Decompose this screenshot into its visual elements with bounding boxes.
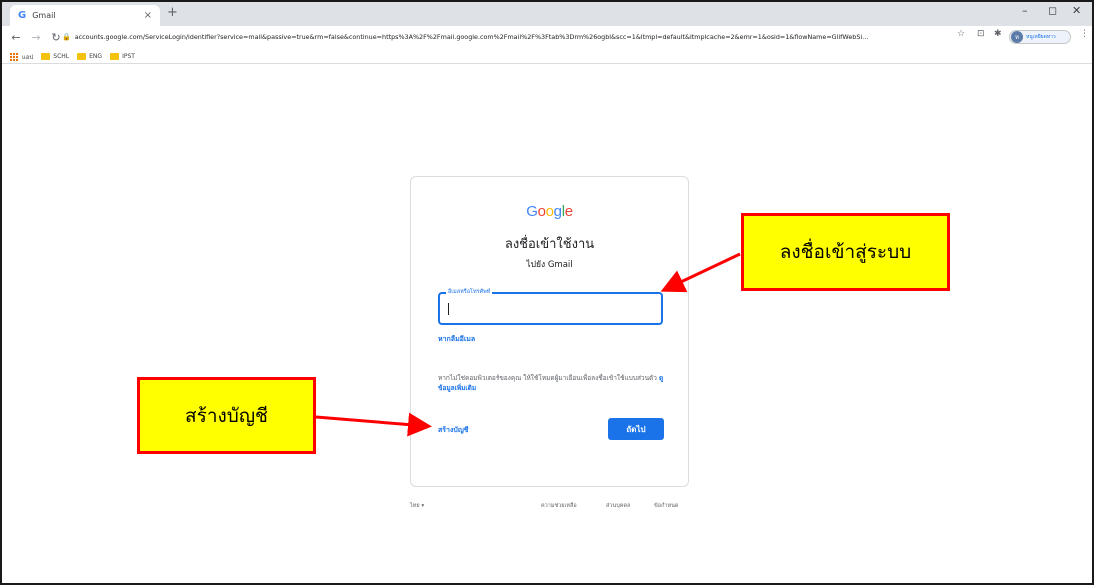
logo-letter: e: [564, 203, 573, 220]
minimize-icon[interactable]: –: [1022, 4, 1028, 17]
email-field[interactable]: อีเมลหรือโทรศัพท์: [438, 288, 663, 325]
logo-letter: o: [537, 203, 546, 220]
folder-icon: [41, 53, 51, 60]
text-caret: [448, 303, 449, 315]
bookmark-star-icon[interactable]: ☆: [957, 29, 965, 39]
tab-gmail[interactable]: G Gmail ×: [10, 5, 160, 26]
reload-icon[interactable]: ↻: [50, 31, 62, 44]
menu-icon[interactable]: ⋮: [1080, 29, 1089, 39]
address-bar[interactable]: 🔒 accounts.google.com/ServiceLogin/ident…: [62, 28, 952, 46]
create-account-link[interactable]: สร้างบัญชี: [438, 425, 469, 436]
back-icon[interactable]: ←: [10, 31, 22, 44]
privacy-link[interactable]: ส่วนบุคคล: [606, 502, 630, 510]
screenshot-frame: G Gmail × + – ◻ ✕ ← → ↻ 🔒 accounts.googl…: [0, 0, 1094, 585]
logo-letter: o: [545, 203, 554, 220]
avatar: ห: [1011, 31, 1023, 43]
signin-card: Google ลงชื่อเข้าใช้งาน ไปยัง Gmail อีเม…: [410, 176, 689, 487]
email-field-label: อีเมลหรือโทรศัพท์: [446, 288, 493, 296]
language-selector[interactable]: ไทย ▾: [410, 502, 424, 510]
page-title: ลงชื่อเข้าใช้งาน: [504, 237, 595, 252]
new-tab-button[interactable]: +: [167, 5, 178, 20]
guest-mode-text: หากไม่ใช่คอมพิวเตอร์ของคุณ ให้ใช้โหมดผู้…: [438, 374, 657, 382]
tab-strip: G Gmail × + – ◻ ✕: [2, 2, 1092, 26]
signin-callout: ลงชื่อเข้าสู่ระบบ: [741, 213, 950, 291]
help-link[interactable]: ความช่วยเหลือ: [541, 502, 577, 510]
page-subtitle: ไปยัง Gmail: [526, 260, 573, 270]
apps-grid-icon: [10, 52, 18, 61]
guest-mode-note: หากไม่ใช่คอมพิวเตอร์ของคุณ ให้ใช้โหมดผู้…: [438, 373, 668, 393]
close-tab-icon[interactable]: ×: [144, 10, 152, 21]
bookmark-eng[interactable]: ENG: [77, 53, 102, 60]
folder-icon: [110, 53, 120, 60]
create-account-callout: สร้างบัญชี: [137, 377, 316, 454]
url-text: accounts.google.com/ServiceLogin/identif…: [74, 33, 869, 41]
maximize-icon[interactable]: ◻: [1048, 4, 1057, 17]
profile-button[interactable]: ห หนูเหยียดทาว: [1009, 30, 1071, 44]
bookmark-ipst[interactable]: IPST: [110, 53, 135, 60]
folder-icon: [77, 53, 87, 60]
puzzle-icon[interactable]: ✱: [994, 29, 1002, 39]
logo-letter: G: [526, 203, 538, 220]
forgot-email-link[interactable]: หากลืมอีเมล: [438, 334, 475, 345]
bookmark-apps-label: แอป: [22, 53, 34, 61]
create-callout-text: สร้างบัญชี: [185, 404, 268, 427]
signin-callout-text: ลงชื่อเข้าสู่ระบบ: [779, 241, 912, 263]
bookmark-label: ENG: [89, 53, 103, 60]
extension-icon[interactable]: ⊡: [977, 29, 985, 39]
forward-icon[interactable]: →: [30, 31, 42, 44]
bookmark-schl[interactable]: SCHL: [41, 53, 69, 60]
browser-toolbar: ← → ↻ 🔒 accounts.google.com/ServiceLogin…: [2, 26, 1092, 48]
lock-icon: 🔒: [62, 33, 71, 41]
logo-letter: g: [553, 203, 562, 220]
close-window-icon[interactable]: ✕: [1072, 4, 1081, 17]
bookmark-apps[interactable]: แอป: [10, 52, 33, 62]
bookmark-label: IPST: [122, 53, 135, 60]
terms-link[interactable]: ข้อกำหนด: [654, 502, 678, 510]
bookmark-label: SCHL: [53, 53, 70, 60]
bookmarks-bar: แอป SCHL ENG IPST: [2, 50, 1092, 64]
next-button[interactable]: ถัดไป: [608, 418, 664, 440]
profile-name: หนูเหยียดทาว: [1026, 34, 1056, 40]
google-logo: Google: [411, 203, 688, 220]
tab-title: Gmail: [32, 11, 56, 20]
google-favicon-icon: G: [18, 10, 27, 21]
